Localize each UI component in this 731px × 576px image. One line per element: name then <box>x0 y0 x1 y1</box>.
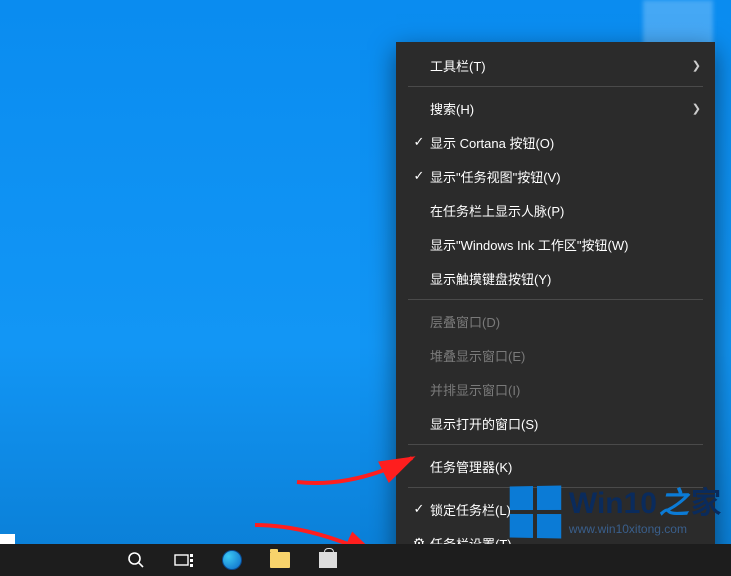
check-icon: ✓ <box>408 501 430 517</box>
menu-separator <box>408 444 703 445</box>
task-view-icon <box>174 552 194 568</box>
search-icon <box>127 551 145 569</box>
menu-separator <box>408 299 703 300</box>
menu-item[interactable]: ✓显示 Cortana 按钮(O) <box>396 125 715 159</box>
menu-item-label: 工具栏(T) <box>430 56 684 75</box>
menu-item: 堆叠显示窗口(E) <box>396 338 715 372</box>
menu-separator <box>408 86 703 87</box>
menu-item-label: 显示"Windows Ink 工作区"按钮(W) <box>430 235 701 254</box>
watermark-url: www.win10xitong.com <box>569 523 721 535</box>
edge-browser-button[interactable] <box>208 544 256 576</box>
menu-item[interactable]: 工具栏(T) ❯ <box>396 48 715 82</box>
menu-item-label: 显示触摸键盘按钮(Y) <box>430 269 701 288</box>
menu-item-label: 任务管理器(K) <box>430 457 701 476</box>
task-view-button[interactable] <box>160 544 208 576</box>
menu-item[interactable]: 显示打开的窗口(S) <box>396 406 715 440</box>
menu-item-label: 并排显示窗口(I) <box>430 380 701 399</box>
menu-item-label: 堆叠显示窗口(E) <box>430 346 701 365</box>
menu-item[interactable]: ✓显示"任务视图"按钮(V) <box>396 159 715 193</box>
watermark: Win10之家 www.win10xitong.com <box>509 486 721 538</box>
check-icon: ✓ <box>408 168 430 184</box>
desktop: 工具栏(T)❯搜索(H)❯✓显示 Cortana 按钮(O)✓显示"任务视图"按… <box>0 0 731 576</box>
menu-item-label: 在任务栏上显示人脉(P) <box>430 201 701 220</box>
chevron-right-icon: ❯ <box>692 59 701 72</box>
store-icon <box>319 552 337 568</box>
menu-item[interactable]: 显示触摸键盘按钮(Y) <box>396 261 715 295</box>
watermark-title: Win10之家 <box>569 489 721 519</box>
chevron-right-icon: ❯ <box>692 102 701 115</box>
menu-item[interactable]: 搜索(H) ❯ <box>396 91 715 125</box>
windows-logo-icon <box>510 486 562 539</box>
check-icon: ✓ <box>408 134 430 150</box>
edge-icon <box>222 550 242 570</box>
menu-item-label: 搜索(H) <box>430 99 684 118</box>
menu-item-label: 显示 Cortana 按钮(O) <box>430 133 701 152</box>
menu-item[interactable]: 在任务栏上显示人脉(P) <box>396 193 715 227</box>
folder-icon <box>270 552 290 568</box>
file-explorer-button[interactable] <box>256 544 304 576</box>
menu-item-label: 显示"任务视图"按钮(V) <box>430 167 701 186</box>
menu-item[interactable]: 显示"Windows Ink 工作区"按钮(W) <box>396 227 715 261</box>
menu-item-label: 显示打开的窗口(S) <box>430 414 701 433</box>
menu-item-label: 层叠窗口(D) <box>430 312 701 331</box>
search-button[interactable] <box>112 544 160 576</box>
taskbar[interactable] <box>0 544 731 576</box>
menu-item[interactable]: 任务管理器(K) <box>396 449 715 483</box>
menu-item: 层叠窗口(D) <box>396 304 715 338</box>
menu-item: 并排显示窗口(I) <box>396 372 715 406</box>
store-button[interactable] <box>304 544 352 576</box>
